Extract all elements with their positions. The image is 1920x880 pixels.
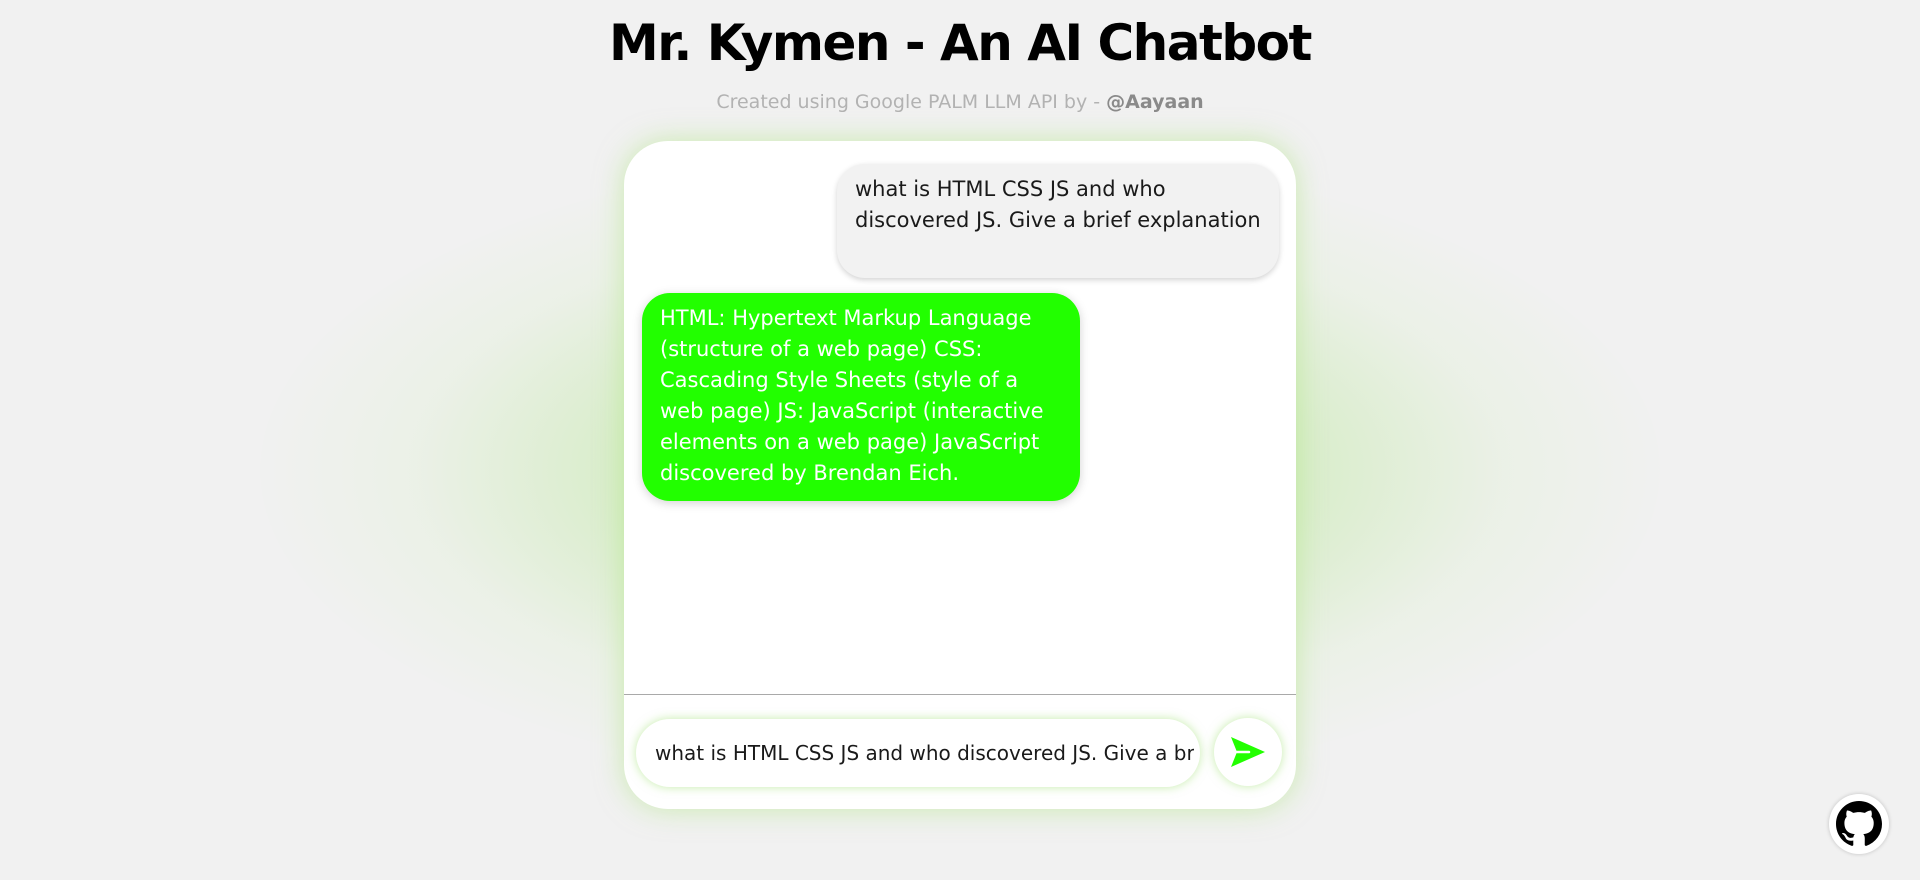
github-icon: [1836, 801, 1882, 846]
subtitle-text: Created using Google PALM LLM API by -: [716, 91, 1107, 113]
bot-message: HTML: Hypertext Markup Language (structu…: [642, 293, 1080, 501]
composer-divider: [624, 694, 1296, 695]
message-list[interactable]: what is HTML CSS JS and who discovered J…: [624, 141, 1296, 694]
send-button[interactable]: [1214, 718, 1282, 786]
github-link[interactable]: [1829, 794, 1889, 854]
page-header: Mr. Kymen - An AI Chatbot Created using …: [0, 0, 1920, 114]
message-input[interactable]: [655, 741, 1194, 765]
page-title: Mr. Kymen - An AI Chatbot: [609, 14, 1312, 72]
message-input-container: [636, 719, 1200, 787]
send-icon: [1231, 737, 1265, 767]
chat-window: what is HTML CSS JS and who discovered J…: [624, 141, 1296, 809]
page-subtitle: Created using Google PALM LLM API by - @…: [0, 90, 1920, 114]
user-message: what is HTML CSS JS and who discovered J…: [837, 164, 1279, 278]
author-handle-link[interactable]: @Aayaan: [1106, 91, 1204, 113]
